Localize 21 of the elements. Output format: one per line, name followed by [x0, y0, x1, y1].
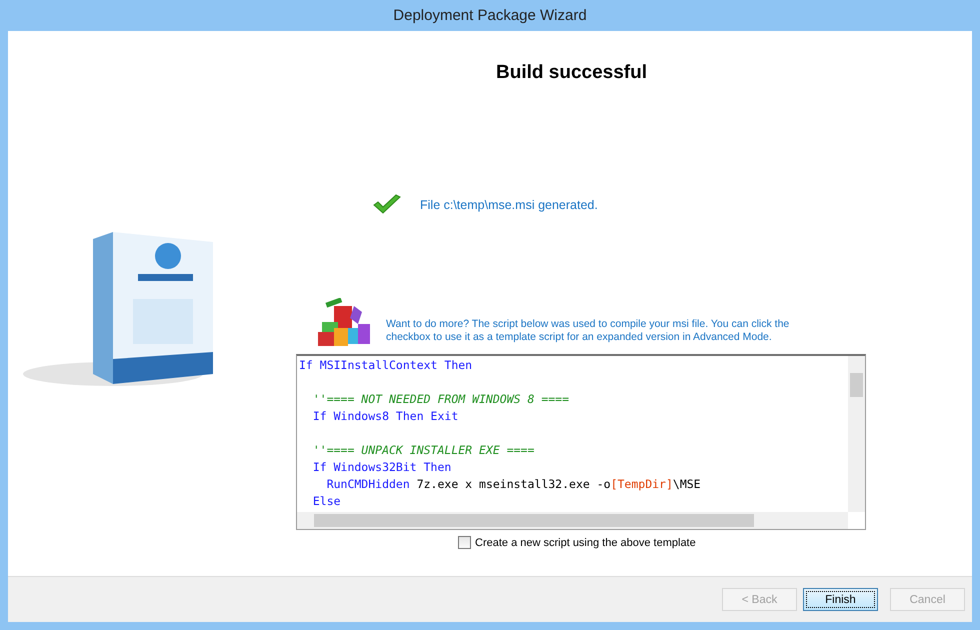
info-text: Want to do more? The script below was used to compile your msi file. You can click the checkbox to use it as a template script for an expanded version in Advanced Mode. [386, 318, 790, 344]
code-token: Else [312, 494, 341, 508]
code-token: If MSIInstallContext Then [299, 358, 472, 372]
template-checkbox[interactable] [458, 536, 471, 549]
script-editor[interactable]: If MSIInstallContext Then ''==== NOT NEEDED FROM WINDOWS 8 ==== If Windows8 Then Exit ''==== UNPACK INSTALLER EXE ==== If Windows32Bit Then RunCMDHidden 7z.exe x mseinstall32.exe -o[TempDir]\MSE Else [296, 354, 866, 530]
page-heading: Build successful [496, 62, 647, 84]
code-token: 7z.exe x mseinstall32.exe -o [416, 477, 611, 491]
code-token: If Windows32Bit Then [312, 460, 452, 474]
horizontal-scrollbar[interactable] [297, 512, 848, 529]
result-message: File c:\temp\mse.msi generated. [420, 198, 598, 212]
vertical-scrollbar[interactable] [848, 356, 865, 512]
code-token: If Windows8 Then Exit [312, 409, 458, 423]
code-token: ''==== NOT NEEDED FROM WINDOWS 8 ==== [312, 392, 570, 406]
window-title: Deployment Package Wizard [393, 7, 587, 24]
wizard-button[interactable]: Finish [803, 588, 878, 611]
code-token: \MSE [672, 477, 701, 491]
code-token: ''==== UNPACK INSTALLER EXE ==== [312, 443, 534, 457]
code-token: RunCMDHidden [326, 477, 410, 491]
checkmark-icon [372, 194, 402, 216]
code-token: [TempDir] [610, 477, 673, 491]
checkbox-label: Create a new script using the above template [475, 536, 696, 548]
